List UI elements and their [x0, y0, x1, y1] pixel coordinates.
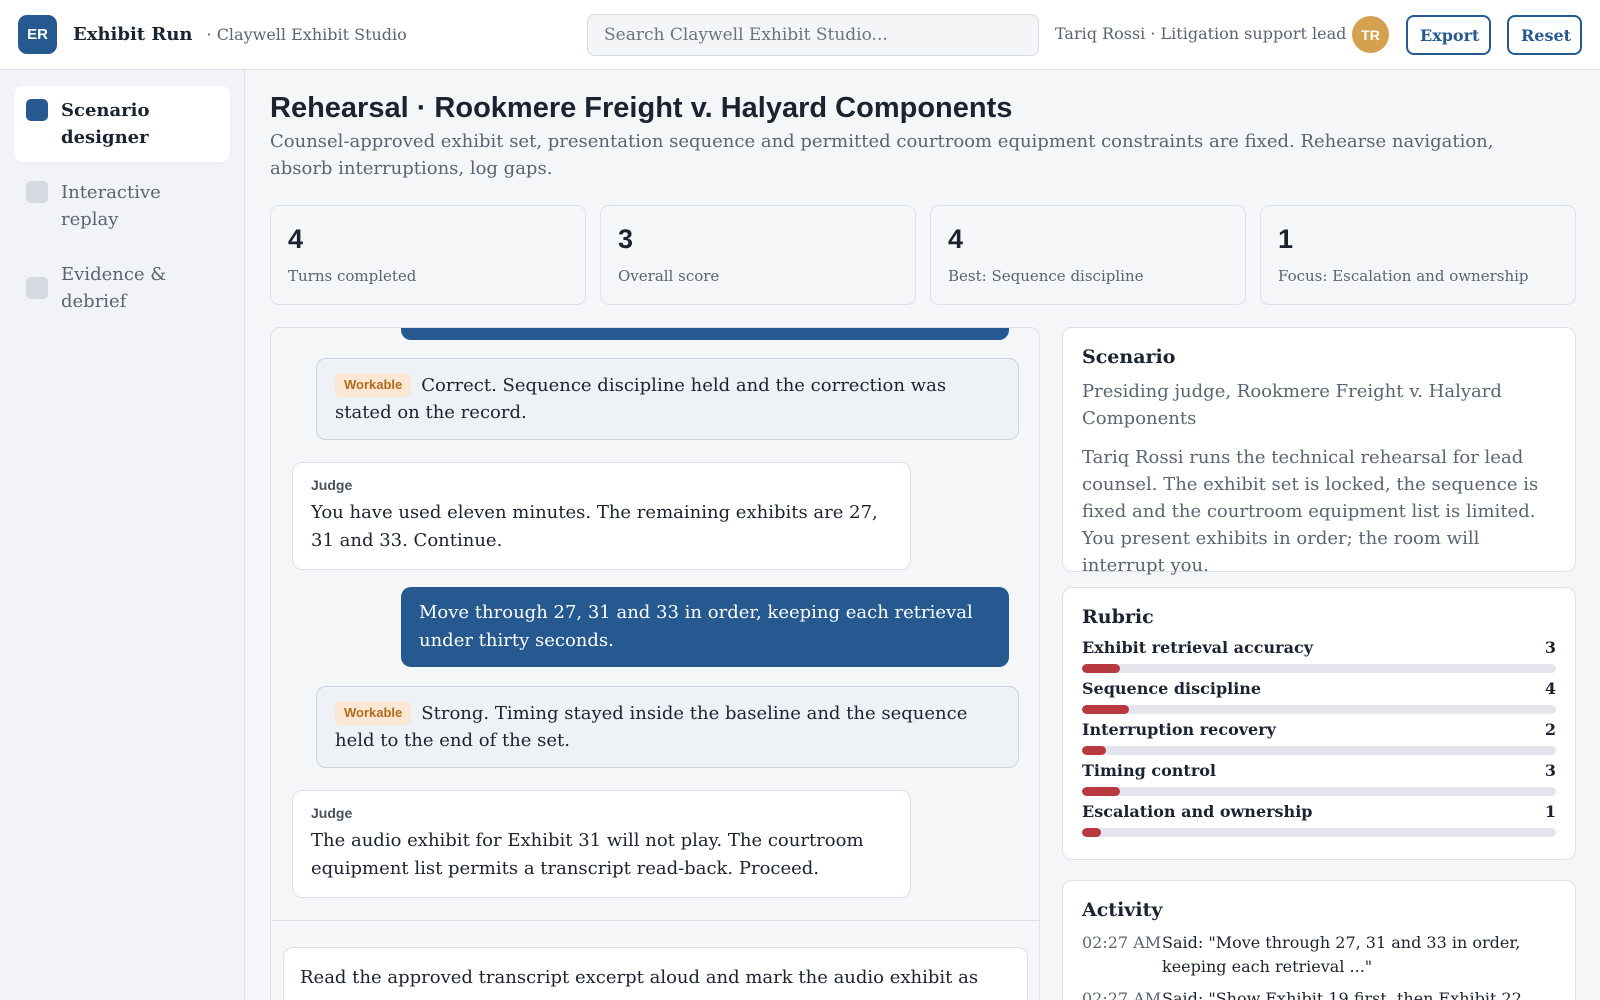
scenario-description: Tariq Rossi runs the technical rehearsal… [1082, 447, 1539, 576]
stat-value: 4 [288, 224, 304, 254]
speaker-label: Judge [311, 805, 353, 821]
rubric-bar-track [1082, 705, 1556, 714]
card-title: Scenario [1082, 346, 1176, 368]
chat-transcript[interactable]: Workable Correct. Sequence discipline hel… [270, 327, 1040, 1000]
scenario-role: Presiding judge, Rookmere Freight v. Hal… [1082, 381, 1502, 429]
activity-text: Said: "Show Exhibit 19 first, then Exhib… [1162, 989, 1527, 1000]
app-logo: ER [18, 15, 57, 54]
sidebar-item-label: Interactive replay [61, 182, 161, 230]
rating-badge: Workable [335, 373, 412, 397]
rubric-row: Sequence discipline 4 [1082, 679, 1556, 720]
stat-label: Overall score [618, 267, 720, 285]
reset-button[interactable]: Reset [1507, 15, 1582, 55]
user-message-partial [401, 328, 1009, 340]
activity-text: Said: "Move through 27, 31 and 33 in ord… [1162, 933, 1521, 976]
page-title: Rehearsal · Rookmere Freight v. Halyard … [270, 92, 1013, 124]
stat-card: 4 Turns completed [270, 205, 586, 305]
stat-card: 1 Focus: Escalation and ownership [1260, 205, 1576, 305]
top-bar: ER Exhibit Run · Claywell Exhibit Studio… [0, 0, 1600, 70]
workspace-name: · Claywell Exhibit Studio [206, 25, 407, 44]
card-title: Activity [1082, 899, 1163, 921]
message-composer[interactable]: Read the approved transcript excerpt alo… [283, 947, 1028, 1000]
rubric-row: Interruption recovery 2 [1082, 720, 1556, 761]
rubric-bar-fill [1082, 746, 1106, 755]
composer-area: Read the approved transcript excerpt alo… [271, 920, 1039, 1000]
nav-square-icon [26, 277, 48, 299]
rubric-score: 1 [1544, 802, 1556, 821]
feedback-text: Correct. Sequence discipline held and th… [335, 375, 947, 423]
rubric-criterion: Timing control [1082, 761, 1216, 780]
rubric-bar-track [1082, 746, 1556, 755]
rubric-bar-fill [1082, 828, 1101, 837]
app-name: Exhibit Run [73, 24, 193, 45]
sidebar-item-scenario-designer[interactable]: Scenario designer [14, 86, 230, 162]
rubric-criterion: Interruption recovery [1082, 720, 1276, 739]
sidebar-item-label: Evidence & debrief [61, 264, 167, 312]
export-button[interactable]: Export [1406, 15, 1491, 55]
feedback-message: Workable Strong. Timing stayed inside the… [316, 686, 1019, 768]
rubric-bar-fill [1082, 787, 1120, 796]
feedback-text: Strong. Timing stayed inside the baselin… [335, 703, 968, 751]
activity-entry: 02:27 AM Said: "Show Exhibit 19 first, th… [1082, 987, 1556, 1000]
stats-row: 4 Turns completed 3 Overall score 4 Best… [270, 205, 1576, 305]
rubric-criterion: Sequence discipline [1082, 679, 1262, 698]
rubric-bar-track [1082, 664, 1556, 673]
rubric-criterion: Escalation and ownership [1082, 802, 1313, 821]
sidebar-item-interactive-replay[interactable]: Interactive replay [14, 168, 230, 244]
rubric-list: Exhibit retrieval accuracy 3 Sequence disc… [1082, 638, 1556, 843]
rubric-row: Escalation and ownership 1 [1082, 802, 1556, 843]
sidebar-item-label: Scenario designer [61, 100, 150, 148]
rubric-card: Rubric Exhibit retrieval accuracy 3 Sequen… [1062, 587, 1576, 860]
activity-card: Activity 02:27 AM Said: "Move through 27,… [1062, 880, 1576, 1000]
rubric-score: 3 [1544, 638, 1556, 657]
stat-card: 4 Best: Sequence discipline [930, 205, 1246, 305]
rubric-score: 3 [1544, 761, 1556, 780]
rubric-bar-track [1082, 828, 1556, 837]
search-input[interactable] [587, 14, 1039, 56]
user-info: Tariq Rossi · Litigation support lead [1055, 24, 1347, 43]
rubric-row: Exhibit retrieval accuracy 3 [1082, 638, 1556, 679]
message-text: Move through 27, 31 and 33 in order, kee… [419, 602, 973, 651]
stat-label: Best: Sequence discipline [948, 267, 1144, 285]
activity-time: 02:27 AM [1082, 933, 1162, 952]
activity-entry: 02:27 AM Said: "Move through 27, 31 and 3… [1082, 931, 1556, 979]
stat-value: 4 [948, 224, 964, 254]
rubric-bar-fill [1082, 664, 1120, 673]
nav-square-icon [26, 99, 48, 121]
rubric-bar-fill [1082, 705, 1130, 714]
activity-time: 02:27 AM [1082, 989, 1162, 1000]
rubric-score: 2 [1544, 720, 1556, 739]
message-text: You have used eleven minutes. The remain… [311, 502, 878, 551]
judge-message: Judge The audio exhibit for Exhibit 31 w… [292, 790, 911, 898]
message-text: The audio exhibit for Exhibit 31 will no… [311, 830, 864, 879]
user-message: Move through 27, 31 and 33 in order, kee… [401, 587, 1009, 667]
rating-badge: Workable [335, 701, 412, 725]
avatar[interactable]: TR [1352, 16, 1389, 53]
scenario-card: Scenario Presiding judge, Rookmere Freig… [1062, 327, 1576, 576]
card-title: Rubric [1082, 606, 1154, 628]
rubric-row: Timing control 3 [1082, 761, 1556, 802]
stat-label: Focus: Escalation and ownership [1278, 267, 1529, 285]
stat-card: 3 Overall score [600, 205, 916, 305]
activity-list: 02:27 AM Said: "Move through 27, 31 and 3… [1082, 931, 1556, 1000]
speaker-label: Judge [311, 477, 353, 493]
sidebar: Scenario designer Interactive replay Evi… [0, 70, 245, 1000]
stat-value: 3 [618, 224, 634, 254]
rubric-criterion: Exhibit retrieval accuracy [1082, 638, 1313, 657]
judge-message: Judge You have used eleven minutes. The … [292, 462, 911, 570]
rubric-bar-track [1082, 787, 1556, 796]
nav-square-icon [26, 181, 48, 203]
feedback-message: Workable Correct. Sequence discipline hel… [316, 358, 1019, 440]
stat-value: 1 [1278, 224, 1294, 254]
stat-label: Turns completed [288, 267, 417, 285]
sidebar-item-evidence-debrief[interactable]: Evidence & debrief [14, 250, 230, 326]
rubric-score: 4 [1544, 679, 1556, 698]
page-subtitle: Counsel-approved exhibit set, presentati… [270, 131, 1494, 179]
